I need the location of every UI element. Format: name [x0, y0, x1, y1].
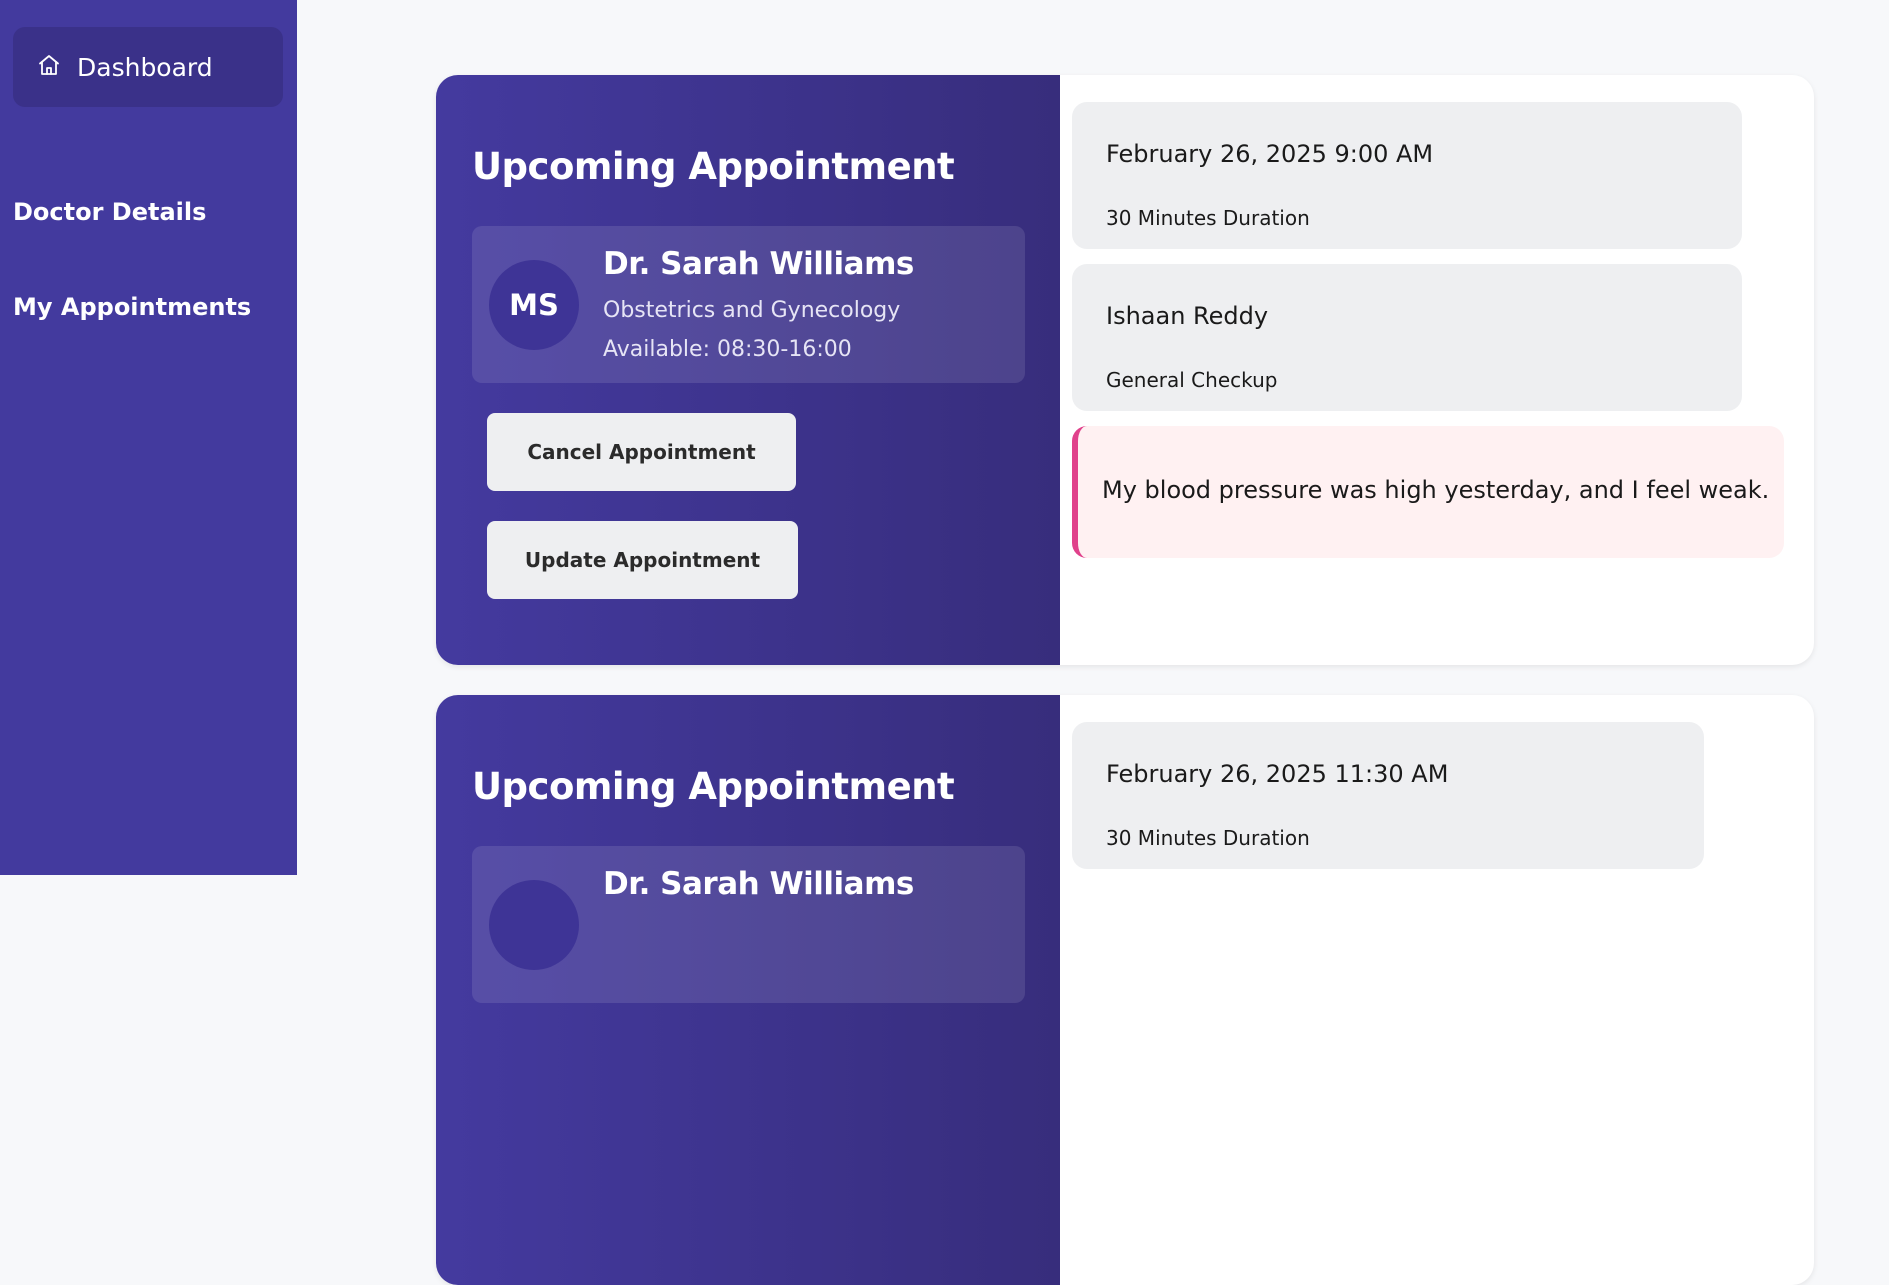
home-icon — [39, 55, 59, 75]
sidebar-item-doctor-details[interactable]: Doctor Details — [13, 198, 206, 226]
avatar — [489, 880, 579, 970]
sidebar-item-label: Dashboard — [77, 52, 213, 82]
sidebar: Dashboard Doctor Details My Appointments — [0, 0, 297, 875]
appointment-datetime: February 26, 2025 9:00 AM — [1106, 140, 1434, 168]
sidebar-item-dashboard[interactable]: Dashboard — [13, 27, 283, 107]
main-content: Upcoming Appointment MS Dr. Sarah Willia… — [297, 0, 1889, 1285]
visit-type: General Checkup — [1106, 368, 1278, 392]
patient-name: Ishaan Reddy — [1106, 302, 1269, 330]
appointment-card: Upcoming Appointment Dr. Sarah Williams … — [436, 695, 1814, 1285]
appointment-summary-panel: Upcoming Appointment MS Dr. Sarah Willia… — [436, 75, 1060, 665]
update-appointment-button[interactable]: Update Appointment — [487, 521, 798, 599]
sidebar-item-my-appointments[interactable]: My Appointments — [13, 293, 251, 321]
doctor-info: Dr. Sarah Williams — [472, 846, 1025, 1003]
doctor-availability: Available: 08:30-16:00 — [603, 337, 852, 362]
appointment-time-box: February 26, 2025 9:00 AM 30 Minutes Dur… — [1072, 102, 1742, 249]
appointment-duration: 30 Minutes Duration — [1106, 826, 1310, 850]
appointment-summary-panel: Upcoming Appointment Dr. Sarah Williams — [436, 695, 1060, 1285]
avatar: MS — [489, 260, 579, 350]
doctor-name: Dr. Sarah Williams — [603, 246, 914, 282]
card-title: Upcoming Appointment — [472, 145, 955, 188]
doctor-info: MS Dr. Sarah Williams Obstetrics and Gyn… — [472, 226, 1025, 383]
cancel-appointment-button[interactable]: Cancel Appointment — [487, 413, 796, 491]
patient-note: My blood pressure was high yesterday, an… — [1072, 426, 1784, 558]
appointment-datetime: February 26, 2025 11:30 AM — [1106, 760, 1449, 788]
doctor-specialty: Obstetrics and Gynecology — [603, 298, 901, 323]
appointment-card: Upcoming Appointment MS Dr. Sarah Willia… — [436, 75, 1814, 665]
patient-box: Ishaan Reddy General Checkup — [1072, 264, 1742, 411]
appointment-duration: 30 Minutes Duration — [1106, 206, 1310, 230]
doctor-name: Dr. Sarah Williams — [603, 866, 914, 902]
appointment-time-box: February 26, 2025 11:30 AM 30 Minutes Du… — [1072, 722, 1704, 869]
card-title: Upcoming Appointment — [472, 765, 955, 808]
patient-note-text: My blood pressure was high yesterday, an… — [1102, 476, 1770, 504]
